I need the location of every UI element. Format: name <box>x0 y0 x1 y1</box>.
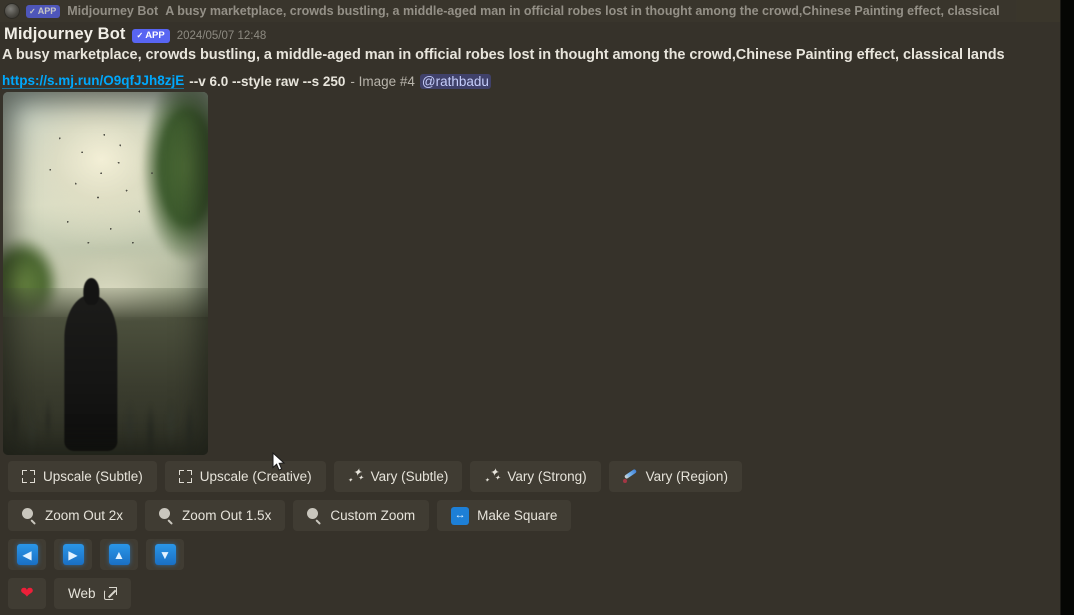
jump-to-message-bar[interactable]: ✓ APP Midjourney Bot A busy marketplace,… <box>0 0 1060 22</box>
pan-up-button[interactable]: ▲ <box>100 539 138 570</box>
user-mention[interactable]: @rathbadu <box>419 73 491 89</box>
message-timestamp: 2024/05/07 12:48 <box>176 30 267 42</box>
button-label: Vary (Subtle) <box>370 469 449 484</box>
upscale-creative-button[interactable]: Upscale (Creative) <box>164 461 326 492</box>
message-header: Midjourney Bot ✓ APP 2024/05/07 12:48 <box>4 25 266 44</box>
zoom-out-1-5x-button[interactable]: Zoom Out 1.5x <box>145 500 286 531</box>
button-label: Zoom Out 2x <box>45 508 124 523</box>
pan-down-button[interactable]: ▼ <box>146 539 184 570</box>
button-row-misc: ❤ Web <box>0 574 1060 613</box>
prompt-params-line: https://s.mj.run/O9qfJJh8zjE --v 6.0 --s… <box>2 71 491 91</box>
jump-message-preview: A busy marketplace, crowds bustling, a m… <box>165 4 1000 18</box>
pan-right-button[interactable]: ▶ <box>54 539 92 570</box>
button-row-zoom: Zoom Out 2x Zoom Out 1.5x Custom Zoom ↔ … <box>0 496 1060 535</box>
action-button-rows: Upscale (Subtle) Upscale (Creative) ✦ ✦ ✦ … <box>0 457 1060 613</box>
upscale-subtle-button[interactable]: Upscale (Subtle) <box>8 461 157 492</box>
prompt-text: A busy marketplace, crowds bustling, a m… <box>2 47 1005 63</box>
button-label: Zoom Out 1.5x <box>182 508 272 523</box>
button-label: Custom Zoom <box>330 508 416 523</box>
make-square-button[interactable]: ↔ Make Square <box>437 500 572 531</box>
button-label: Upscale (Subtle) <box>43 469 143 484</box>
arrow-up-icon: ▲ <box>108 544 130 565</box>
expand-icon <box>22 470 35 483</box>
app-badge-label: APP <box>145 30 165 41</box>
favorite-button[interactable]: ❤ <box>8 578 46 609</box>
sparkle-icon: ✦ ✦ ✦ <box>484 466 501 484</box>
avatar <box>4 3 20 19</box>
arrow-left-icon: ◀ <box>16 544 38 565</box>
image-index-label: - Image #4 <box>350 73 415 89</box>
artwork-vignette <box>3 92 208 455</box>
pan-left-button[interactable]: ◀ <box>8 539 46 570</box>
jump-author-name: Midjourney Bot <box>67 4 159 18</box>
custom-zoom-button[interactable]: Custom Zoom <box>293 500 430 531</box>
button-label: Web <box>68 586 96 601</box>
vary-strong-button[interactable]: ✦ ✦ ✦ Vary (Strong) <box>470 461 601 492</box>
arrow-right-icon: ▶ <box>62 544 84 565</box>
generated-image-attachment[interactable] <box>3 92 208 455</box>
button-row-upscale-vary: Upscale (Subtle) Upscale (Creative) ✦ ✦ ✦ … <box>0 457 1060 496</box>
prompt-parameters: --v 6.0 --style raw --s 250 <box>189 73 346 89</box>
button-label: Vary (Strong) <box>507 469 587 484</box>
web-button[interactable]: Web <box>54 578 131 609</box>
app-badge: ✓ APP <box>26 4 61 18</box>
vary-subtle-button[interactable]: ✦ ✦ ✦ Vary (Subtle) <box>333 461 463 492</box>
vary-region-button[interactable]: Vary (Region) <box>608 461 742 492</box>
sparkle-icon: ✦ ✦ ✦ <box>347 466 364 484</box>
magnifier-icon <box>159 508 174 525</box>
check-icon: ✓ <box>29 6 36 16</box>
button-row-pan: ◀ ▶ ▲ ▼ <box>0 535 1060 574</box>
check-icon: ✓ <box>136 31 144 40</box>
button-label: Upscale (Creative) <box>199 469 312 484</box>
arrow-down-icon: ▼ <box>154 544 176 565</box>
external-link-icon <box>103 587 117 600</box>
image-reference-link[interactable]: https://s.mj.run/O9qfJJh8zjE <box>2 73 185 89</box>
magnifier-icon <box>307 508 322 525</box>
expand-icon <box>178 470 192 483</box>
zoom-out-2x-button[interactable]: Zoom Out 2x <box>8 500 138 531</box>
author-name[interactable]: Midjourney Bot <box>4 25 125 44</box>
heart-icon: ❤ <box>20 584 34 602</box>
make-square-icon: ↔ <box>451 506 470 525</box>
app-badge: ✓ APP <box>132 28 170 43</box>
app-badge-label: APP <box>37 5 57 16</box>
button-label: Make Square <box>477 508 558 523</box>
button-label: Vary (Region) <box>645 469 728 484</box>
magnifier-icon <box>22 508 37 525</box>
brush-icon <box>622 468 638 484</box>
artwork <box>3 92 208 455</box>
discord-midjourney-message-view: ✓ APP Midjourney Bot A busy marketplace,… <box>0 0 1074 615</box>
window-right-edge <box>1060 0 1074 615</box>
